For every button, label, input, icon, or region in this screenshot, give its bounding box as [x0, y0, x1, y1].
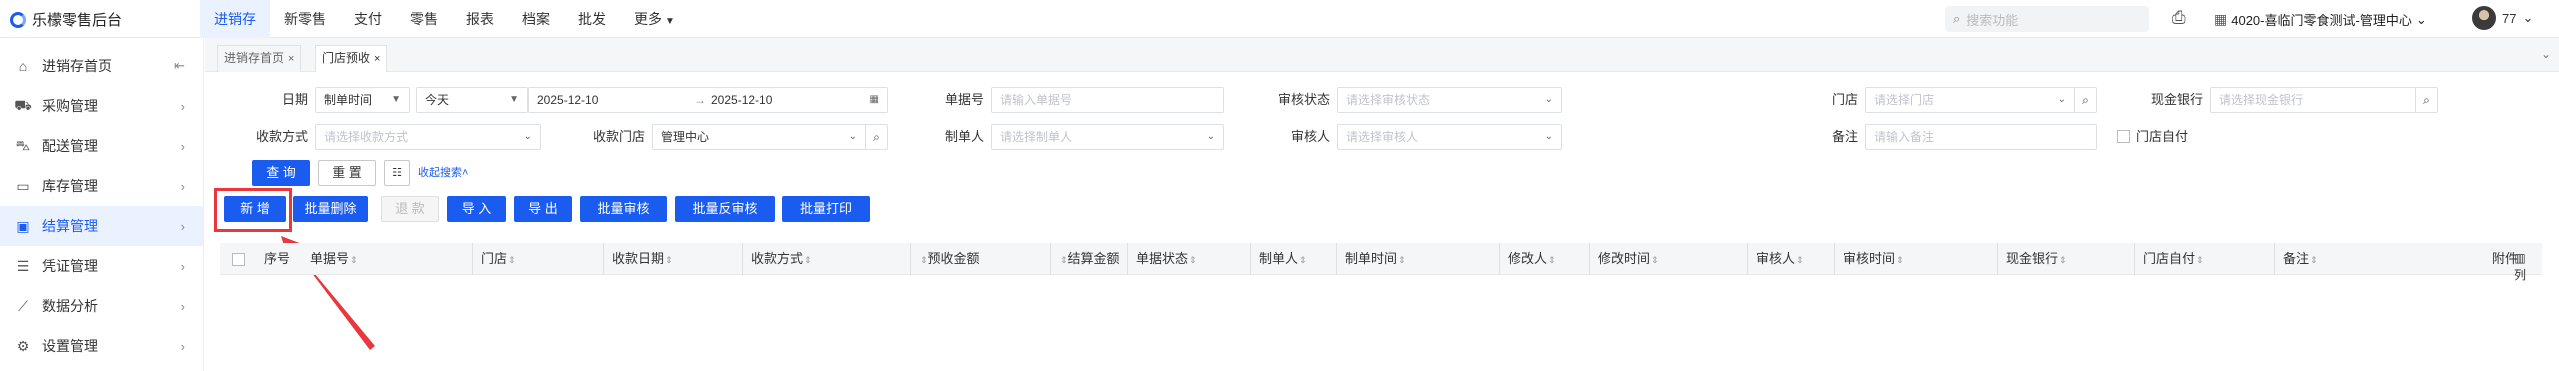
column-label: 备注 [2283, 251, 2310, 266]
annotation-arrow-overlay [281, 236, 375, 350]
sort-icon: ⇕ [350, 255, 358, 265]
column-label: 修改时间 [1598, 251, 1651, 266]
column-header-index[interactable]: 序号 [264, 243, 290, 275]
sort-icon: ⇕ [920, 255, 928, 265]
sort-icon: ⇕ [1796, 255, 1804, 265]
column-header-doc-status[interactable]: 单据状态⇕ [1127, 243, 1197, 275]
column-header-audit-time[interactable]: 审核时间⇕ [1834, 243, 1904, 275]
column-header-creator[interactable]: 制单人⇕ [1250, 243, 1307, 275]
column-settings-button[interactable]: ▥ 列 [2512, 250, 2528, 284]
column-header-store[interactable]: 门店⇕ [472, 243, 516, 275]
sort-icon: ⇕ [1299, 255, 1307, 265]
sort-icon: ⇕ [2059, 255, 2067, 265]
sort-icon: ⇕ [1060, 255, 1068, 265]
column-label: 审核人 [1756, 251, 1796, 266]
sort-icon: ⇕ [1548, 255, 1556, 265]
column-settings-icon: ▥ [2514, 251, 2526, 265]
column-label: 制单时间 [1345, 251, 1398, 266]
sort-icon: ⇕ [1189, 255, 1197, 265]
sort-icon: ⇕ [2310, 255, 2318, 265]
sort-icon: ⇕ [508, 255, 516, 265]
column-header-pay-date[interactable]: 收款日期⇕ [603, 243, 673, 275]
column-header-bank[interactable]: 现金银行⇕ [1997, 243, 2067, 275]
column-label: 门店自付 [2143, 251, 2196, 266]
column-header-modifier[interactable]: 修改人⇕ [1499, 243, 1556, 275]
column-settings-label: 列 [2513, 268, 2526, 282]
column-label: 单据状态 [1136, 251, 1189, 266]
column-label: 门店 [481, 251, 508, 266]
column-label: 结算金额 [1067, 251, 1120, 266]
select-all-checkbox[interactable] [232, 253, 245, 266]
sort-icon: ⇕ [665, 255, 673, 265]
sort-icon: ⇕ [1896, 255, 1904, 265]
column-header-pay-method[interactable]: 收款方式⇕ [742, 243, 812, 275]
sort-icon: ⇕ [804, 255, 812, 265]
column-label: 收款日期 [612, 251, 665, 266]
sort-icon: ⇕ [1398, 255, 1406, 265]
column-header-self-pay[interactable]: 门店自付⇕ [2134, 243, 2204, 275]
table-header: 序号 单据号⇕ 门店⇕ 收款日期⇕ 收款方式⇕ ⇕预收金额 ⇕结算金额 单据状态… [220, 243, 2542, 275]
column-label: 预收金额 [927, 251, 980, 266]
column-label: 制单人 [1259, 251, 1299, 266]
column-label: 收款方式 [751, 251, 804, 266]
column-label: 单据号 [310, 251, 350, 266]
column-header-auditor[interactable]: 审核人⇕ [1747, 243, 1804, 275]
column-header-prepay-amount[interactable]: ⇕预收金额 [910, 243, 980, 275]
column-header-settle-amount[interactable]: ⇕结算金额 [1050, 243, 1120, 275]
column-label: 现金银行 [2006, 251, 2059, 266]
sort-icon: ⇕ [2196, 255, 2204, 265]
column-label: 修改人 [1508, 251, 1548, 266]
column-label: 序号 [264, 251, 291, 266]
sort-icon: ⇕ [1651, 255, 1659, 265]
column-label: 审核时间 [1843, 251, 1896, 266]
column-header-doc-no[interactable]: 单据号⇕ [310, 243, 358, 275]
column-header-modify-time[interactable]: 修改时间⇕ [1589, 243, 1659, 275]
column-header-create-time[interactable]: 制单时间⇕ [1336, 243, 1406, 275]
column-header-note[interactable]: 备注⇕ [2274, 243, 2318, 275]
